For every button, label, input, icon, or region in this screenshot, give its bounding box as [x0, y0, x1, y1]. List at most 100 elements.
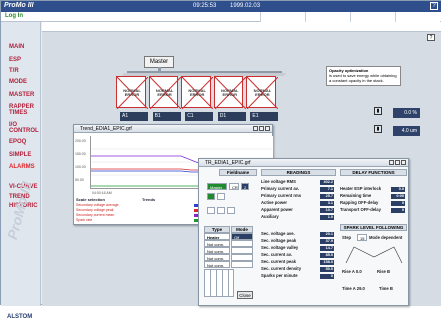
top-bar: ProMo III 09:25:53 1999.02.03 ?: [1, 1, 441, 12]
field-c1[interactable]: NORMAL ERROR C1: [181, 76, 214, 121]
legend-name: Secondary current mean: [76, 213, 115, 217]
legend-row[interactable]: Spark rate: [76, 218, 92, 222]
opacity-sensor-icon[interactable]: ▮: [374, 107, 382, 115]
trends-label[interactable]: Trends: [142, 197, 155, 202]
type-header: Type: [204, 226, 230, 233]
mode-s-button[interactable]: [207, 193, 215, 200]
close-icon[interactable]: [265, 126, 270, 131]
secondary-row: Sec. current density 50.0: [261, 266, 334, 272]
reading-row: Auxiliary 1.0: [261, 214, 334, 220]
sidebar-item-esp[interactable]: ESP: [9, 57, 21, 63]
field-b1[interactable]: NORMAL ERROR B1: [148, 76, 181, 121]
mode-cell[interactable]: [231, 261, 253, 268]
type-cell: Not conn.: [204, 240, 230, 247]
type-cell: Not conn.: [204, 261, 230, 268]
x-tick: 04:00:16 AM: [92, 191, 112, 195]
delay-row: Heater ESP interlock 0.0: [340, 186, 405, 192]
field-row: NORMAL ERROR A1 NORMAL ERROR B1 NORMAL E…: [116, 76, 279, 121]
field-name: B1: [152, 112, 181, 121]
y-tick: 150.00: [75, 152, 86, 156]
maximize-icon[interactable]: [395, 160, 400, 165]
delay-functions-header: DELAY FUNCTIONS: [340, 169, 407, 176]
secondary-row: Sec. voltage ave. 20.1: [261, 231, 334, 237]
secondary-row: Sec. current peak 158.0: [261, 259, 334, 265]
minimize-icon[interactable]: [389, 160, 394, 165]
clock-time: 09:25:53: [193, 3, 217, 9]
field-name: A1: [120, 112, 148, 121]
app-logo: ProMo III: [4, 2, 34, 9]
field-status: NORMAL ERROR: [188, 88, 206, 97]
rise-b: Rise B: [377, 269, 391, 274]
help-icon[interactable]: ?: [430, 2, 438, 10]
field-d1[interactable]: NORMAL ERROR D1: [213, 76, 246, 121]
scale-selection-label[interactable]: Scale selection: [76, 197, 105, 202]
minimize-icon[interactable]: [253, 126, 258, 131]
close-button[interactable]: Close: [237, 291, 253, 299]
spark-graph: [345, 246, 403, 264]
time-b: Time B: [379, 286, 393, 291]
mode-header: Mode: [231, 226, 253, 233]
sidebar-item-tr[interactable]: T/R: [9, 68, 19, 74]
secondary-row: Sec. voltage peak 37.9: [261, 238, 334, 244]
particle-gauge: 4.0 um: [393, 126, 420, 136]
clock-date: 1999.02.03: [230, 3, 261, 9]
mode-cell[interactable]: [231, 247, 253, 254]
field-status: NORMAL ERROR: [123, 88, 141, 97]
sidebar-item-alarms[interactable]: ALARMS: [9, 164, 35, 170]
mode-cell[interactable]: [231, 240, 253, 247]
delay-row: Transport OFF-delay 0: [340, 207, 405, 213]
legend-row[interactable]: Secondary current mean: [76, 213, 114, 217]
reading-row: Primary current rms 25.7: [261, 193, 334, 199]
type-cell: Not conn.: [204, 247, 230, 254]
type-cell: Not conn.: [204, 254, 230, 261]
detail-window-title: TR_EDIA1_EPIC.grf: [205, 160, 251, 166]
mode-cell[interactable]: [231, 254, 253, 261]
field-e1[interactable]: NORMAL ERROR E1: [246, 76, 279, 121]
sidebar-item-mode[interactable]: MODE: [9, 79, 27, 85]
legend-name: Spark rate: [76, 218, 93, 222]
master-indicator[interactable]: Master: [207, 183, 227, 190]
maximize-icon[interactable]: [259, 126, 264, 131]
delay-row: Remaining time 0:00: [340, 193, 405, 199]
legend-name: Secondary voltage peak: [76, 208, 114, 212]
legend-row[interactable]: Secondary voltage average: [76, 203, 119, 207]
secondary-row: Sec. current av. 85.0: [261, 252, 334, 258]
field-a1[interactable]: NORMAL ERROR A1: [116, 76, 148, 121]
y-tick: 50.00: [75, 178, 84, 182]
keypad-grid[interactable]: [204, 269, 234, 297]
spark-step-value[interactable]: 15: [357, 234, 367, 241]
sidebar-item-main[interactable]: MAIN: [9, 44, 24, 50]
mode-cell[interactable]: Off: [231, 233, 253, 240]
field-name: D1: [217, 112, 246, 121]
legend-row[interactable]: Secondary voltage peak: [76, 208, 114, 212]
rise-a: Rise A 0.0: [342, 269, 362, 274]
sidebar-item-epoq[interactable]: EPOQ: [9, 139, 26, 145]
main-help-icon[interactable]: ?: [427, 34, 435, 41]
reading-row: Apparent power 10.7: [261, 207, 334, 213]
reading-row: Active power 3.1: [261, 200, 334, 206]
step-up-button[interactable]: [227, 207, 235, 214]
detail-window-titlebar[interactable]: TR_EDIA1_EPIC.grf: [199, 159, 408, 167]
mode-c-button[interactable]: [217, 193, 225, 200]
app-window: ProMo III 09:25:53 1999.02.03 ? Log In M…: [0, 0, 441, 320]
close-icon[interactable]: [401, 160, 406, 165]
secondary-row: Sec. voltage valley 14.7: [261, 245, 334, 251]
trend-window-titlebar[interactable]: Trend_EDIA1_EPIC.grf: [74, 125, 272, 133]
sidebar-item-master[interactable]: MASTER: [9, 92, 34, 98]
legend-name: Secondary voltage average: [76, 203, 119, 207]
cr-value[interactable]: 2: [241, 183, 249, 190]
sidebar-item-rapper-times[interactable]: RAPPER TIMES: [9, 104, 37, 116]
particle-sensor-icon[interactable]: ▮: [374, 125, 382, 133]
step-stop-button[interactable]: [217, 207, 225, 214]
login-link[interactable]: Log In: [5, 13, 23, 19]
step-down-button[interactable]: [207, 207, 215, 214]
particle-gauge-value: 4.0 um: [401, 128, 417, 134]
reading-row: Line voltage RMS 402.2: [261, 179, 334, 185]
sidebar-item-io-control[interactable]: I/O CONTROL: [9, 122, 39, 134]
spark-mode: Mode dependent: [369, 235, 403, 240]
secondary-row: Sparks per minute 0: [261, 273, 334, 279]
sidebar-item-simple[interactable]: SIMPLE: [9, 152, 31, 158]
main-header-bar: [42, 22, 441, 32]
trend-window-title: Trend_EDIA1_EPIC.grf: [80, 126, 132, 132]
cr-label: CR: [229, 183, 239, 190]
